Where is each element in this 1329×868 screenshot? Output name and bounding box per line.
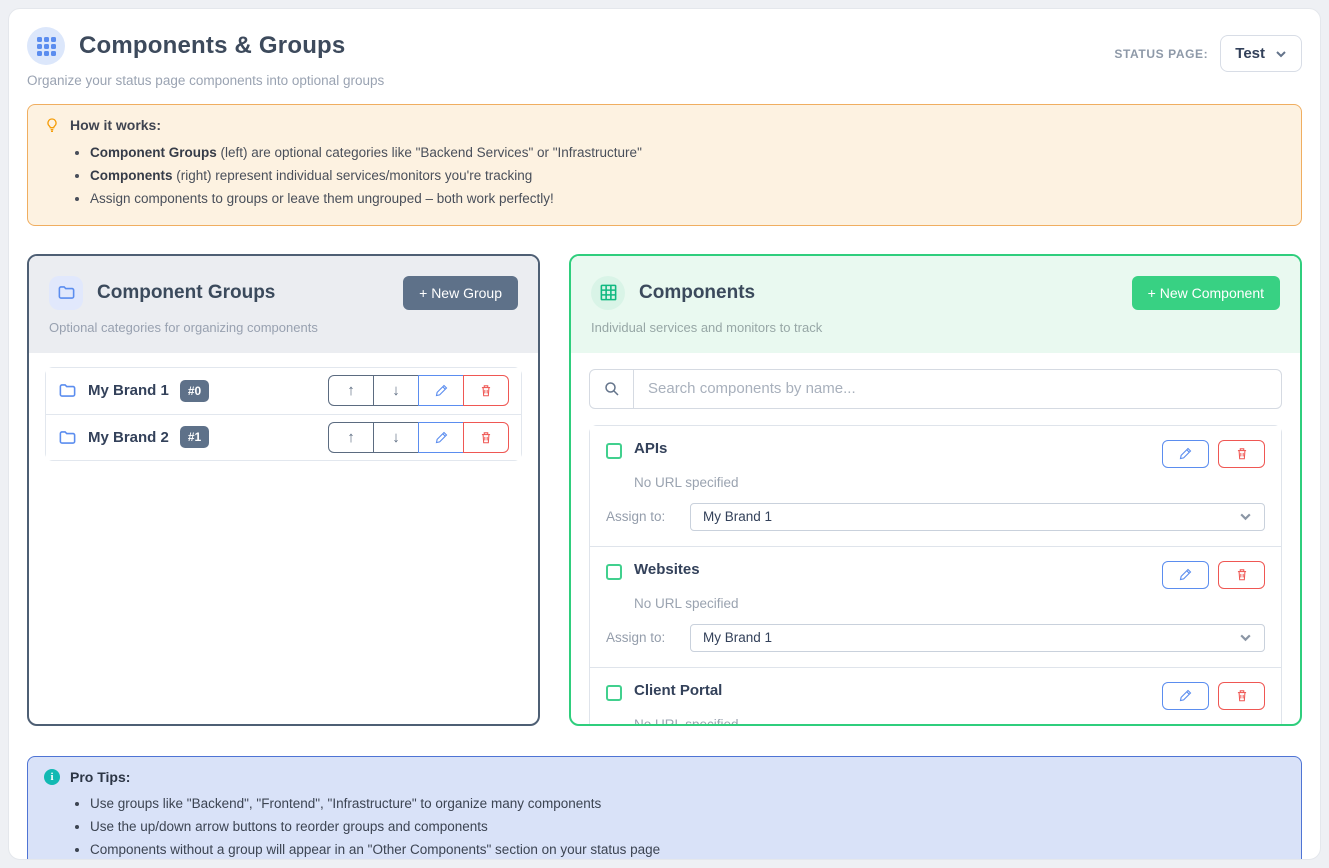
component-checkbox[interactable] bbox=[606, 564, 622, 580]
trash-icon bbox=[479, 383, 493, 398]
group-row: My Brand 1 #0 ↑ ↓ bbox=[46, 368, 521, 414]
component-name: Client Portal bbox=[634, 682, 722, 699]
group-name: My Brand 2 bbox=[88, 429, 169, 446]
pro-tips-item: Use groups like "Backend", "Frontend", "… bbox=[90, 793, 1285, 816]
component-item: Client Portal No URL specified Assign to… bbox=[590, 667, 1281, 724]
pencil-icon bbox=[1178, 446, 1193, 461]
component-url-status: No URL specified bbox=[634, 717, 1265, 724]
delete-component-button[interactable] bbox=[1218, 682, 1265, 710]
move-up-button[interactable]: ↑ bbox=[328, 375, 374, 406]
component-name: APIs bbox=[634, 440, 667, 457]
delete-group-button[interactable] bbox=[463, 375, 509, 406]
pro-tips-box: i Pro Tips: Use groups like "Backend", "… bbox=[27, 756, 1302, 860]
edit-component-button[interactable] bbox=[1162, 561, 1209, 589]
pro-tips-item: Components without a group will appear i… bbox=[90, 839, 1285, 860]
how-it-works-item: Assign components to groups or leave the… bbox=[90, 187, 1285, 210]
components-grid-icon bbox=[27, 27, 65, 65]
groups-panel-title: Component Groups bbox=[97, 282, 275, 304]
component-url-status: No URL specified bbox=[634, 475, 1265, 490]
assign-to-label: Assign to: bbox=[606, 509, 690, 524]
main-card: Components & Groups Organize your status… bbox=[8, 8, 1321, 860]
assign-group-select[interactable]: My Brand 1 bbox=[690, 624, 1265, 652]
component-name: Websites bbox=[634, 561, 700, 578]
new-component-button[interactable]: + New Component bbox=[1132, 276, 1280, 310]
status-page-label: STATUS PAGE: bbox=[1114, 47, 1208, 61]
status-page-value: Test bbox=[1235, 45, 1265, 62]
pencil-icon bbox=[434, 383, 449, 398]
delete-component-button[interactable] bbox=[1218, 440, 1265, 468]
search-icon bbox=[590, 370, 634, 408]
edit-component-button[interactable] bbox=[1162, 682, 1209, 710]
group-list: My Brand 1 #0 ↑ ↓ My Brand 2 #1 bbox=[45, 367, 522, 461]
pencil-icon bbox=[1178, 567, 1193, 582]
component-list: APIs No URL specified Assign to: My Bran… bbox=[589, 425, 1282, 724]
pencil-icon bbox=[434, 430, 449, 445]
page-header: Components & Groups Organize your status… bbox=[27, 27, 1302, 88]
group-order-badge: #0 bbox=[180, 380, 209, 402]
info-icon: i bbox=[44, 769, 60, 785]
table-grid-badge-icon bbox=[591, 276, 625, 310]
component-search bbox=[589, 369, 1282, 409]
how-it-works-item: Component Groups (left) are optional cat… bbox=[90, 141, 1285, 164]
lightbulb-icon bbox=[44, 117, 60, 133]
how-it-works-box: How it works: Component Groups (left) ar… bbox=[27, 104, 1302, 226]
folder-badge-icon bbox=[49, 276, 83, 310]
new-group-button[interactable]: + New Group bbox=[403, 276, 518, 310]
assign-group-select[interactable]: My Brand 1 bbox=[690, 503, 1265, 531]
chevron-down-icon bbox=[1239, 510, 1252, 523]
assigned-group-value: My Brand 1 bbox=[703, 630, 772, 645]
search-input[interactable] bbox=[634, 370, 1281, 408]
component-item: APIs No URL specified Assign to: My Bran… bbox=[590, 426, 1281, 546]
how-it-works-title: How it works: bbox=[70, 117, 161, 133]
pro-tips-list: Use groups like "Backend", "Frontend", "… bbox=[90, 793, 1285, 860]
how-it-works-item: Components (right) represent individual … bbox=[90, 164, 1285, 187]
move-down-button[interactable]: ↓ bbox=[373, 422, 419, 453]
components-panel-subtitle: Individual services and monitors to trac… bbox=[591, 320, 1280, 335]
page-subtitle: Organize your status page components int… bbox=[27, 73, 384, 88]
groups-panel-subtitle: Optional categories for organizing compo… bbox=[49, 320, 518, 335]
delete-component-button[interactable] bbox=[1218, 561, 1265, 589]
trash-icon bbox=[479, 430, 493, 445]
group-order-badge: #1 bbox=[180, 426, 209, 448]
pro-tips-title: Pro Tips: bbox=[70, 769, 130, 785]
delete-group-button[interactable] bbox=[463, 422, 509, 453]
move-up-button[interactable]: ↑ bbox=[328, 422, 374, 453]
assigned-group-value: My Brand 1 bbox=[703, 509, 772, 524]
edit-group-button[interactable] bbox=[418, 422, 464, 453]
trash-icon bbox=[1235, 688, 1249, 703]
edit-component-button[interactable] bbox=[1162, 440, 1209, 468]
status-page-dropdown[interactable]: Test bbox=[1220, 35, 1302, 72]
components-panel: Components + New Component Individual se… bbox=[569, 254, 1302, 726]
pro-tips-item: Use the up/down arrow buttons to reorder… bbox=[90, 816, 1285, 839]
folder-icon bbox=[58, 428, 77, 447]
page-title: Components & Groups bbox=[79, 32, 345, 60]
how-it-works-list: Component Groups (left) are optional cat… bbox=[90, 141, 1285, 211]
components-panel-title: Components bbox=[639, 282, 755, 304]
chevron-down-icon bbox=[1239, 631, 1252, 644]
chevron-down-icon bbox=[1275, 48, 1287, 60]
component-checkbox[interactable] bbox=[606, 685, 622, 701]
group-name: My Brand 1 bbox=[88, 382, 169, 399]
move-down-button[interactable]: ↓ bbox=[373, 375, 419, 406]
component-item: Websites No URL specified Assign to: My … bbox=[590, 546, 1281, 667]
component-url-status: No URL specified bbox=[634, 596, 1265, 611]
assign-to-label: Assign to: bbox=[606, 630, 690, 645]
pencil-icon bbox=[1178, 688, 1193, 703]
trash-icon bbox=[1235, 567, 1249, 582]
folder-icon bbox=[58, 381, 77, 400]
edit-group-button[interactable] bbox=[418, 375, 464, 406]
trash-icon bbox=[1235, 446, 1249, 461]
component-groups-panel: Component Groups + New Group Optional ca… bbox=[27, 254, 540, 726]
component-checkbox[interactable] bbox=[606, 443, 622, 459]
group-row: My Brand 2 #1 ↑ ↓ bbox=[46, 414, 521, 460]
